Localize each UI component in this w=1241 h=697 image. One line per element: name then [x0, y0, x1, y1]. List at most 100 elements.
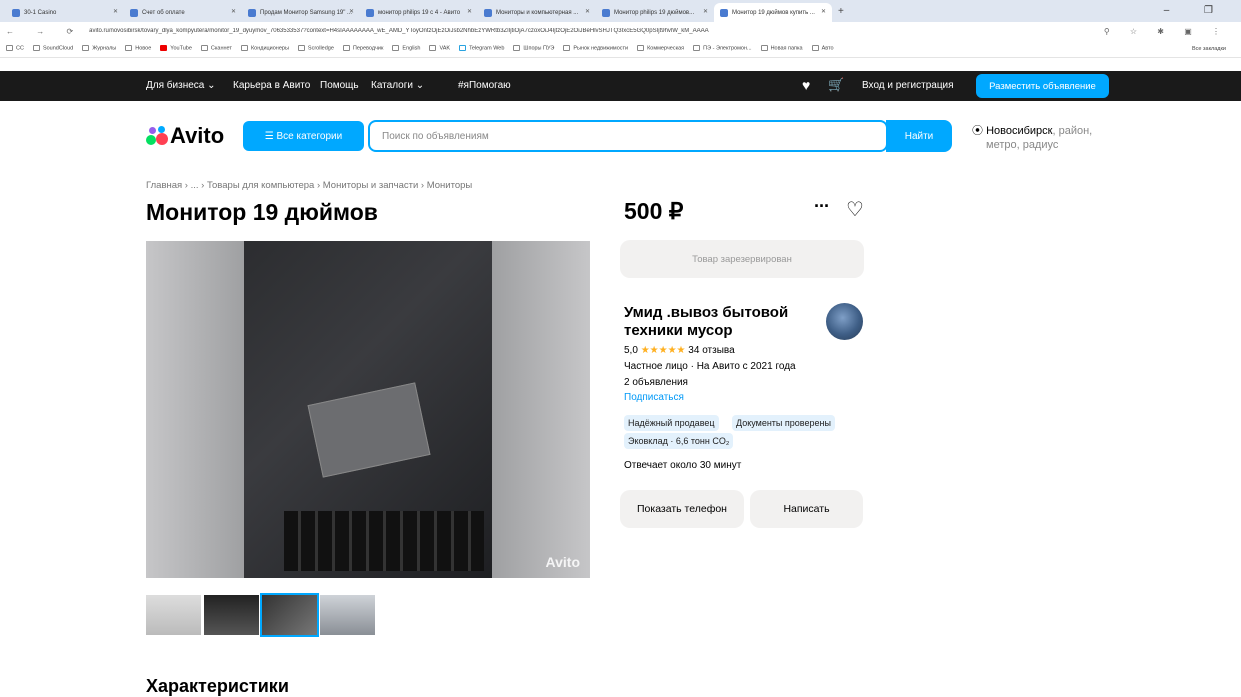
url-field[interactable]: avito.ru/novosibirsk/tovary_dlya_kompyut… [89, 28, 879, 34]
close-icon[interactable]: ✕ [349, 8, 354, 15]
bookmark[interactable]: Сканнет [200, 45, 232, 52]
window-controls[interactable]: – ❐ [1164, 5, 1229, 16]
browser-tabbar: 30-1 Casino ✕ Счет об оплате ✕ Продам Мони… [0, 0, 1241, 22]
response-time: Отвечает около 30 минут [624, 460, 742, 471]
nav-help-tag[interactable]: #яПомогаю [458, 80, 511, 91]
browser-tab[interactable]: Монитор philips 19 дюймов... ✕ [596, 3, 714, 22]
nav-catalogs[interactable]: Каталоги ⌄ [371, 80, 424, 91]
close-icon[interactable]: ✕ [821, 8, 826, 15]
post-ad-button[interactable]: Разместить объявление [976, 74, 1109, 98]
bookmark[interactable]: English [392, 45, 420, 52]
close-icon[interactable]: ✕ [113, 8, 118, 15]
bookmark[interactable]: ПЭ - Электромон... [693, 45, 752, 52]
rating-stars-icon: ★★★★★ [640, 345, 686, 356]
rating-value: 5,0 [624, 345, 638, 356]
folder-icon [392, 45, 400, 52]
more-options-icon[interactable]: ··· [814, 196, 830, 217]
browser-tab[interactable]: 30-1 Casino ✕ [6, 3, 124, 22]
listing-price: 500 ₽ [624, 198, 684, 224]
folder-icon [693, 45, 701, 52]
breadcrumb[interactable]: Главная › ... › Товары для компьютера › … [146, 180, 472, 191]
avito-logo-icon [146, 126, 168, 146]
all-bookmarks[interactable]: Все закладки [1192, 46, 1226, 52]
bookmark[interactable]: Scrolledge [297, 45, 334, 52]
bookmark[interactable]: Шпоры ПУЭ [513, 45, 554, 52]
close-icon[interactable]: ✕ [585, 8, 590, 15]
logo-text: Avito [170, 123, 225, 148]
thumbnail[interactable] [320, 595, 375, 635]
favorites-heart-icon[interactable]: ♥ [802, 77, 810, 93]
show-phone-button[interactable]: Показать телефон [620, 490, 744, 528]
location-selector[interactable]: ⦿ Новосибирск, район, метро, радиус [972, 124, 1092, 152]
nav-buttons-icon[interactable]: ← → ⟳ [6, 27, 83, 36]
folder-icon [297, 45, 305, 52]
nav-business[interactable]: Для бизнеса ⌄ [146, 80, 216, 91]
nav-help[interactable]: Помощь [320, 80, 359, 91]
folder-icon [125, 45, 133, 52]
folder-icon [200, 45, 208, 52]
cart-icon[interactable]: 🛒 [828, 77, 844, 93]
close-icon[interactable]: ✕ [703, 8, 708, 15]
thumbnail[interactable] [204, 595, 259, 635]
bookmark[interactable]: Кондиционеры [240, 45, 289, 52]
monitor-photo [244, 241, 492, 578]
bookmark[interactable]: CC [6, 45, 24, 52]
close-icon[interactable]: ✕ [467, 8, 472, 15]
all-categories-button[interactable]: ☰ Все категории [243, 121, 364, 151]
tab-title: Монитор 19 дюймов купить ... [732, 9, 815, 16]
browser-tab[interactable]: Продам Монитор Samsung 19" ... ✕ [242, 3, 360, 22]
tab-title: Монитор philips 19 дюймов... [614, 9, 695, 16]
tab-favicon-icon [130, 8, 138, 17]
bookmark[interactable]: Telegram Web [459, 45, 504, 52]
avito-logo[interactable]: Avito [146, 123, 224, 149]
bookmark[interactable]: Авто [811, 45, 834, 52]
toolbar-icons[interactable]: ⚲ ☆ ✱ ▣ ⋮ [1104, 27, 1229, 36]
bookmarks-bar: CC SoundCloud Журналы Новое YouTube Скан… [0, 40, 1241, 58]
subscribe-link[interactable]: Подписаться [624, 392, 684, 403]
listing-photo[interactable]: Avito [146, 241, 590, 578]
nav-career[interactable]: Карьера в Авито [233, 80, 310, 91]
bookmark[interactable]: Рынок недвижимости [563, 45, 628, 52]
folder-icon [513, 45, 521, 52]
tab-favicon-icon [366, 8, 374, 17]
thumbnail[interactable] [146, 595, 201, 635]
bookmark[interactable]: Журналы [82, 45, 116, 52]
browser-tab[interactable]: Счет об оплате ✕ [124, 3, 242, 22]
search-input[interactable]: Поиск по объявлениям [368, 120, 888, 152]
seller-rating[interactable]: 5,0 ★★★★★ 34 отзыва [624, 345, 735, 356]
avatar[interactable] [826, 303, 863, 340]
tab-favicon-icon [12, 8, 20, 17]
bookmark[interactable]: Переводчик [342, 45, 383, 52]
seller-listings[interactable]: 2 объявления [624, 377, 688, 388]
folder-icon [637, 45, 645, 52]
tab-title: Продам Монитор Samsung 19" ... [260, 9, 353, 16]
photo-watermark: Avito [545, 554, 580, 570]
bookmark[interactable]: Новое [125, 45, 151, 52]
reviews-count: 34 отзыва [688, 345, 735, 356]
browser-tab[interactable]: монитор philips 19 с 4 - Авито ✕ [360, 3, 478, 22]
folder-icon [240, 45, 248, 52]
close-icon[interactable]: ✕ [231, 8, 236, 15]
keyboard-in-photo [284, 511, 484, 571]
bookmark[interactable]: Коммерческая [637, 45, 684, 52]
bookmark[interactable]: VAK [429, 45, 450, 52]
favorite-heart-icon[interactable]: ♡ [846, 197, 864, 222]
status-badge: Эковклад · 6,6 тонн CO₂ [624, 433, 734, 449]
seller-info: Частное лицо · На Авито с 2021 года [624, 361, 796, 372]
browser-tab[interactable]: Мониторы и компьютерная ... ✕ [478, 3, 596, 22]
seller-name[interactable]: Умид .вывоз бытовой техники мусор [624, 304, 824, 340]
search-button[interactable]: Найти [886, 120, 952, 152]
new-tab-icon[interactable]: + [838, 6, 844, 17]
tab-favicon-icon [484, 8, 492, 17]
login-link[interactable]: Вход и регистрация [862, 80, 954, 91]
write-message-button[interactable]: Написать [750, 490, 863, 528]
bookmark[interactable]: YouTube [160, 45, 192, 52]
site-top-nav: Для бизнеса ⌄ Карьера в Авито Помощь Кат… [0, 71, 1241, 101]
tab-title: Счет об оплате [142, 9, 185, 16]
bookmark[interactable]: SoundCloud [32, 45, 73, 52]
location-city: Новосибирск [986, 125, 1053, 137]
location-pin-icon: ⦿ [972, 125, 983, 137]
thumbnail-active[interactable] [260, 593, 319, 637]
bookmark[interactable]: Новая папка [760, 45, 803, 52]
browser-tab-active[interactable]: Монитор 19 дюймов купить ... ✕ [714, 3, 832, 22]
